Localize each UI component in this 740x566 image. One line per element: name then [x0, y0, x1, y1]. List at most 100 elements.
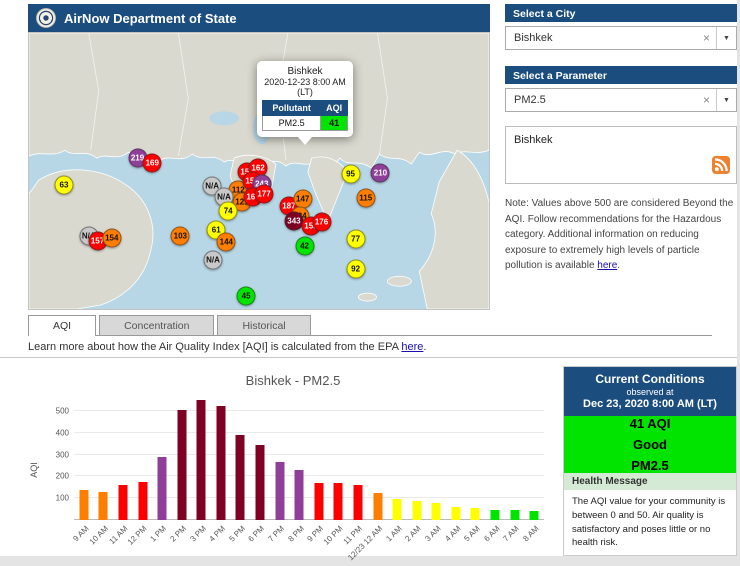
chart-bar[interactable] — [118, 485, 127, 520]
select-city-header: Select a City — [505, 4, 737, 22]
chart-bar[interactable] — [177, 410, 186, 520]
x-tick-label: 10 PM — [322, 524, 345, 547]
y-tick-label: 300 — [56, 450, 69, 459]
chart-bar[interactable] — [236, 435, 245, 520]
chevron-down-icon[interactable]: ▼ — [716, 89, 736, 111]
page-title: AirNow Department of State — [64, 11, 237, 26]
y-tick-label: 100 — [56, 494, 69, 503]
note-here-link[interactable]: here — [597, 260, 617, 271]
y-tick-label: 500 — [56, 407, 69, 416]
map-marker[interactable]: 92 — [346, 260, 365, 279]
x-tick-label: 10 AM — [87, 524, 109, 546]
chart-bar[interactable] — [471, 508, 480, 520]
chart-bar[interactable] — [510, 510, 519, 520]
x-tick-label: 4 AM — [443, 524, 462, 543]
chart-bar[interactable] — [530, 511, 539, 520]
chart-bar[interactable] — [158, 457, 167, 520]
x-tick-label: 6 AM — [482, 524, 501, 543]
popup-lt: (LT) — [262, 87, 348, 97]
chart-bar[interactable] — [412, 501, 421, 520]
y-tick-label: 200 — [56, 472, 69, 481]
learn-more-text-end: . — [423, 341, 426, 353]
x-tick-label: 4 PM — [208, 524, 228, 544]
map-marker[interactable]: 45 — [237, 287, 256, 306]
x-tick-label: 1 PM — [149, 524, 169, 544]
current-conditions-panel: Current Conditions observed at Dec 23, 2… — [563, 366, 737, 556]
department-seal-icon — [36, 8, 56, 28]
chart-bar[interactable] — [393, 499, 402, 520]
chart-bar[interactable] — [373, 493, 382, 520]
x-tick-label: 7 PM — [266, 524, 286, 544]
parameter-select[interactable]: PM2.5 × ▼ — [505, 88, 737, 112]
map-marker[interactable]: 63 — [54, 175, 73, 194]
x-tick-label: 3 PM — [188, 524, 208, 544]
chart-bar[interactable] — [256, 445, 265, 520]
x-tick-label: 8 PM — [286, 524, 306, 544]
chart-title: Bishkek - PM2.5 — [30, 366, 556, 388]
x-tick-label: 8 AM — [521, 524, 540, 543]
chart-bar[interactable] — [314, 483, 323, 520]
current-aqi-parameter: PM2.5 — [564, 458, 736, 473]
parameter-select-value: PM2.5 — [514, 94, 546, 106]
popup-aqi-value: 41 — [321, 115, 348, 130]
chart-bar[interactable] — [79, 490, 88, 521]
popup-col-pollutant: Pollutant — [263, 100, 321, 115]
x-tick-label: 2 AM — [404, 524, 423, 543]
parameter-clear-icon[interactable]: × — [697, 93, 716, 107]
chart-bar[interactable] — [491, 510, 500, 520]
map-marker[interactable]: 169 — [143, 153, 162, 172]
city-select-value: Bishkek — [514, 32, 553, 44]
map-marker[interactable]: 177 — [255, 184, 274, 203]
learn-more-text: Learn more about how the Air Quality Ind… — [28, 341, 401, 353]
chart-bar[interactable] — [295, 470, 304, 520]
map-marker[interactable]: 343 — [284, 211, 303, 230]
chart-bar[interactable] — [451, 507, 460, 521]
map-marker[interactable]: 115 — [356, 188, 375, 207]
gridline — [74, 475, 544, 476]
tab-concentration[interactable]: Concentration — [99, 315, 214, 335]
rss-icon[interactable] — [712, 156, 730, 177]
chart-bar[interactable] — [353, 485, 362, 520]
city-clear-icon[interactable]: × — [697, 31, 716, 45]
map-marker[interactable]: 147 — [293, 189, 312, 208]
select-parameter-header: Select a Parameter — [505, 66, 737, 84]
learn-more-here-link[interactable]: here — [401, 341, 423, 353]
map-marker[interactable]: 154 — [102, 228, 121, 247]
sidebar: Select a City Bishkek × ▼ Select a Param… — [505, 4, 737, 274]
current-conditions-header: Current Conditions observed at Dec 23, 2… — [564, 367, 736, 416]
aqi-map[interactable]: 63219169N/A15715410361144N/A112121N/A74N… — [28, 32, 490, 310]
city-select[interactable]: Bishkek × ▼ — [505, 26, 737, 50]
gridline — [74, 410, 544, 411]
chart-bar[interactable] — [216, 406, 225, 520]
chart-bar[interactable] — [99, 492, 108, 520]
x-tick-label: 7 AM — [502, 524, 521, 543]
learn-more-line: Learn more about how the Air Quality Ind… — [28, 341, 426, 353]
x-tick-label: 5 PM — [227, 524, 247, 544]
rss-city-label: Bishkek — [514, 134, 553, 146]
chevron-down-icon[interactable]: ▼ — [716, 27, 736, 49]
x-tick-label: 6 PM — [247, 524, 267, 544]
health-message-text: The AQI value for your community is betw… — [564, 490, 736, 556]
map-marker[interactable]: 176 — [312, 212, 331, 231]
map-marker[interactable]: 210 — [371, 163, 390, 182]
tab-historical[interactable]: Historical — [217, 315, 310, 335]
map-marker[interactable]: 42 — [295, 236, 314, 255]
popup-datetime: 2020-12-23 8:00 AM — [262, 77, 348, 87]
tab-aqi[interactable]: AQI — [28, 315, 96, 335]
map-marker[interactable]: 95 — [341, 165, 360, 184]
map-marker[interactable]: N/A — [204, 251, 223, 270]
map-marker[interactable]: 74 — [219, 201, 238, 220]
beyond-aqi-note: Note: Values above 500 are considered Be… — [505, 196, 737, 274]
popup-table: Pollutant AQI PM2.5 41 — [262, 100, 348, 131]
chart-bar[interactable] — [138, 482, 147, 520]
x-tick-label: 5 AM — [463, 524, 482, 543]
page: AirNow Department of State 63219169N/A15… — [0, 0, 737, 556]
map-marker[interactable]: 77 — [346, 230, 365, 249]
x-tick-label: 12 PM — [126, 524, 149, 547]
chart-bar[interactable] — [334, 483, 343, 520]
chart-bar[interactable] — [432, 503, 441, 520]
map-marker[interactable]: 144 — [217, 233, 236, 252]
map-marker[interactable]: 103 — [171, 226, 190, 245]
chart-bar[interactable] — [275, 462, 284, 520]
chart-bar[interactable] — [197, 400, 206, 520]
